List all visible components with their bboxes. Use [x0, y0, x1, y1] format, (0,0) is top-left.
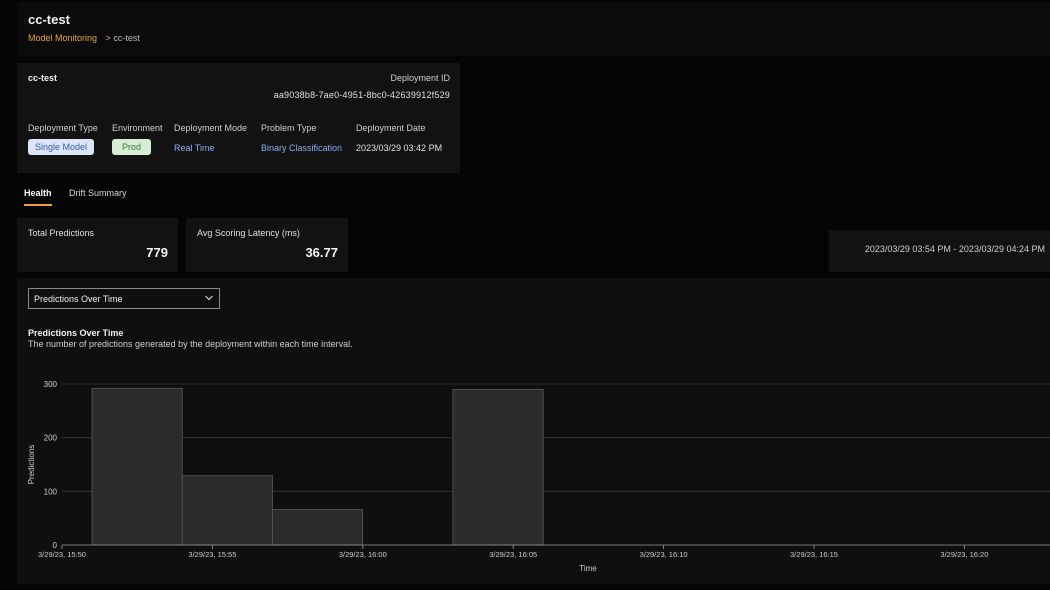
deployment-type-field: Deployment Type Single Model: [28, 123, 98, 155]
environment-badge: Prod: [112, 139, 152, 155]
chart-type-select-value: Predictions Over Time: [34, 294, 123, 304]
deployment-info-card: cc-test Deployment ID aa9038b8-7ae0-4951…: [17, 63, 460, 173]
breadcrumb-model-monitoring-link[interactable]: Model Monitoring: [28, 33, 97, 43]
page-header: cc-test Model Monitoring > cc-test: [17, 2, 1050, 56]
total-predictions-label: Total Predictions: [28, 228, 95, 238]
avg-latency-card: Avg Scoring Latency (ms) 36.77: [186, 218, 348, 272]
tab-health[interactable]: Health: [24, 188, 52, 206]
problem-type-label: Problem Type: [261, 123, 317, 133]
total-predictions-value: 779: [146, 245, 168, 260]
problem-type-value[interactable]: Binary Classification: [261, 143, 342, 153]
deployment-id-label: Deployment ID: [390, 73, 450, 83]
y-tick-label: 0: [53, 541, 58, 550]
x-tick-label: 3/29/23, 16:05: [489, 550, 537, 559]
breadcrumb: Model Monitoring > cc-test: [28, 33, 140, 43]
breadcrumb-separator: >: [105, 33, 111, 43]
tab-drift-summary[interactable]: Drift Summary: [69, 188, 127, 204]
deployment-mode-field: Deployment Mode Real Time: [174, 123, 247, 153]
y-tick-label: 200: [44, 434, 58, 443]
deployment-type-badge: Single Model: [28, 139, 95, 155]
bar: [181, 475, 273, 546]
page-title: cc-test: [28, 12, 70, 27]
deployment-name: cc-test: [28, 73, 58, 83]
y-tick-label: 300: [44, 380, 58, 389]
x-tick-label: 3/29/23, 16:20: [940, 550, 988, 559]
x-tick-label: 3/29/23, 16:10: [640, 550, 688, 559]
time-range-display[interactable]: 2023/03/29 03:54 PM - 2023/03/29 04:24 P…: [829, 230, 1050, 272]
chart-subtitle: The number of predictions generated by t…: [28, 339, 353, 349]
y-axis-label: Predictions: [27, 445, 36, 485]
deployment-date-value: 2023/03/29 03:42 PM: [356, 143, 443, 153]
bar: [272, 509, 364, 546]
avg-latency-value: 36.77: [305, 245, 338, 260]
bar: [452, 388, 544, 546]
chart-title: Predictions Over Time: [28, 328, 124, 338]
chart-panel: 0 100 200 300 3/29/23, 15:50 3/29/23, 15:55 3/…: [17, 278, 1050, 584]
x-tick-label: 3/29/23, 16:15: [790, 550, 838, 559]
environment-label: Environment: [112, 123, 163, 133]
deployment-type-label: Deployment Type: [28, 123, 98, 133]
x-tick-label: 3/29/23, 16:00: [339, 550, 387, 559]
x-axis-label: Time: [579, 564, 597, 573]
deployment-date-field: Deployment Date 2023/03/29 03:42 PM: [356, 123, 442, 153]
x-tick-label: 3/29/23, 15:55: [188, 550, 236, 559]
deployment-date-label: Deployment Date: [356, 123, 426, 133]
time-range-text: 2023/03/29 03:54 PM - 2023/03/29 04:24 P…: [864, 244, 1045, 254]
total-predictions-card: Total Predictions 779: [17, 218, 178, 272]
x-tick-label: 3/29/23, 15:50: [38, 550, 86, 559]
breadcrumb-current: cc-test: [113, 33, 140, 43]
chevron-down-icon: [205, 295, 213, 301]
bar: [91, 387, 183, 546]
avg-latency-label: Avg Scoring Latency (ms): [197, 228, 300, 238]
predictions-chart: 0 100 200 300 3/29/23, 15:50 3/29/23, 15:55 3/…: [27, 380, 1050, 573]
problem-type-field: Problem Type Binary Classification: [261, 123, 342, 153]
y-tick-label: 100: [44, 487, 58, 496]
deployment-mode-value[interactable]: Real Time: [174, 143, 247, 153]
deployment-mode-label: Deployment Mode: [174, 123, 248, 133]
environment-field: Environment Prod: [112, 123, 163, 155]
chart-type-select[interactable]: Predictions Over Time: [28, 288, 220, 309]
deployment-id-value: aa9038b8-7ae0-4951-8bc0-42639912f529: [273, 90, 450, 100]
